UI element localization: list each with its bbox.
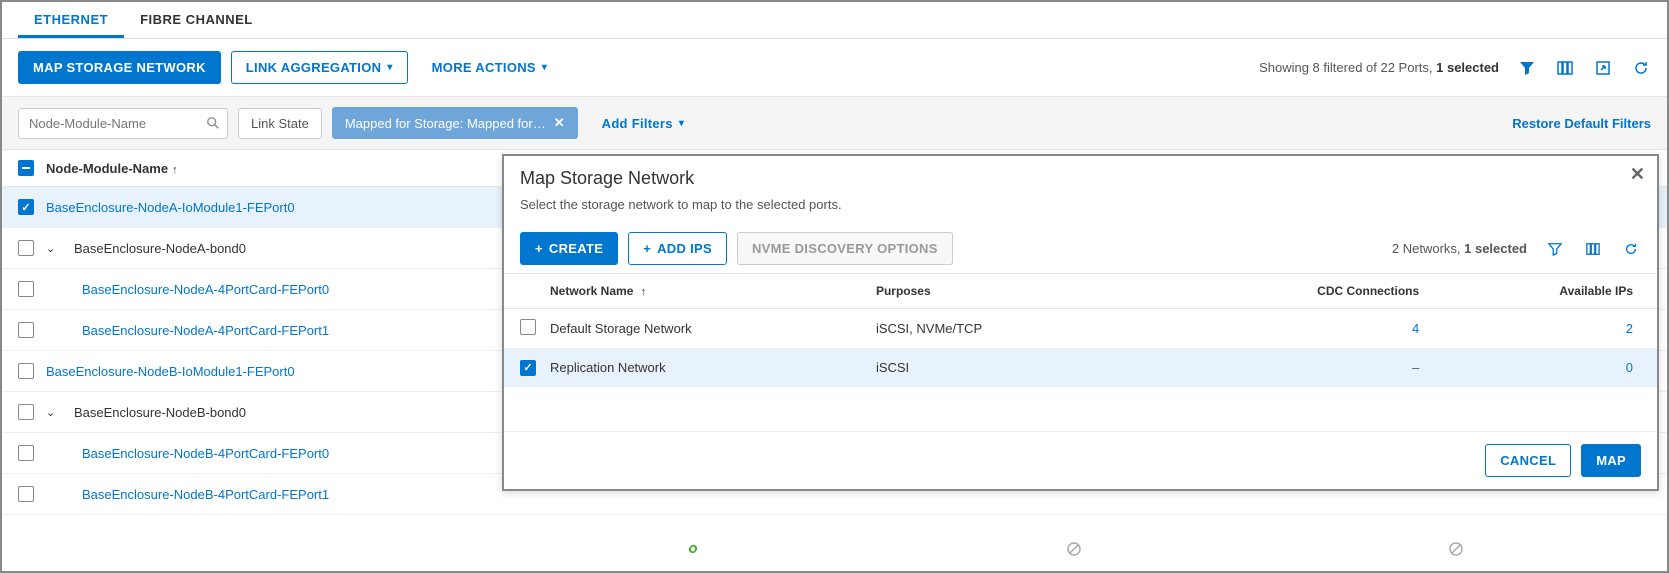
refresh-icon[interactable] bbox=[1621, 239, 1641, 259]
row-checkbox[interactable] bbox=[18, 363, 34, 379]
dialog-title: Map Storage Network bbox=[520, 168, 1641, 189]
select-all-checkbox[interactable] bbox=[18, 160, 34, 176]
row-checkbox[interactable] bbox=[18, 404, 34, 420]
column-header-cdc[interactable]: CDC Connections bbox=[1202, 284, 1459, 298]
port-name: BaseEnclosure-NodeA-bond0 bbox=[74, 241, 246, 256]
row-checkbox[interactable] bbox=[18, 322, 34, 338]
row-checkbox[interactable] bbox=[18, 281, 34, 297]
row-checkbox[interactable] bbox=[18, 240, 34, 256]
filter-icon[interactable] bbox=[1545, 239, 1565, 259]
cancel-button[interactable]: CANCEL bbox=[1485, 444, 1571, 477]
network-purposes: iSCSI, NVMe/TCP bbox=[876, 321, 1202, 336]
link-state-filter[interactable]: Link State bbox=[238, 108, 322, 139]
column-header-ips[interactable]: Available IPs bbox=[1459, 284, 1641, 298]
add-ips-label: ADD IPS bbox=[657, 241, 712, 256]
port-name-link[interactable]: BaseEnclosure-NodeB-4PortCard-FEPort1 bbox=[82, 487, 329, 502]
network-row[interactable]: Default Storage Network iSCSI, NVMe/TCP … bbox=[504, 309, 1657, 349]
column-header-network-name[interactable]: Network Name ↑ bbox=[550, 284, 876, 298]
tab-fibre-channel[interactable]: FIBRE CHANNEL bbox=[124, 2, 269, 38]
port-name-link[interactable]: BaseEnclosure-NodeA-4PortCard-FEPort0 bbox=[82, 282, 329, 297]
available-ips-link[interactable]: 2 bbox=[1459, 321, 1641, 336]
network-purposes: iSCSI bbox=[876, 360, 1202, 375]
restore-default-filters-link[interactable]: Restore Default Filters bbox=[1512, 116, 1651, 131]
ports-status-text: Showing 8 filtered of 22 Ports, 1 select… bbox=[1259, 60, 1499, 75]
tab-ethernet[interactable]: ETHERNET bbox=[18, 2, 124, 38]
refresh-icon[interactable] bbox=[1631, 58, 1651, 78]
link-up-icon bbox=[685, 541, 701, 557]
network-name: Default Storage Network bbox=[550, 321, 876, 336]
sort-ascending-icon: ↑ bbox=[172, 164, 178, 176]
row-checkbox[interactable] bbox=[18, 199, 34, 215]
sort-ascending-icon: ↑ bbox=[641, 286, 647, 298]
dialog-subtitle: Select the storage network to map to the… bbox=[504, 193, 1657, 224]
port-name: BaseEnclosure-NodeB-bond0 bbox=[74, 405, 246, 420]
caret-down-icon: ▾ bbox=[679, 118, 684, 129]
link-aggregation-button[interactable]: LINK AGGREGATION ▾ bbox=[231, 51, 408, 84]
row-checkbox[interactable] bbox=[520, 360, 536, 376]
columns-icon[interactable] bbox=[1555, 58, 1575, 78]
port-name-link[interactable]: BaseEnclosure-NodeA-4PortCard-FEPort1 bbox=[82, 323, 329, 338]
row-checkbox[interactable] bbox=[18, 445, 34, 461]
port-name-link[interactable]: BaseEnclosure-NodeA-IoModule1-FEPort0 bbox=[46, 200, 295, 215]
map-storage-network-dialog: ✕ Map Storage Network Select the storage… bbox=[502, 154, 1659, 491]
column-header-node-module-name[interactable]: Node-Module-Name↑ bbox=[46, 161, 178, 176]
plus-icon: + bbox=[535, 241, 543, 256]
add-filters-button[interactable]: Add Filters ▾ bbox=[588, 108, 699, 139]
filter-icon[interactable] bbox=[1517, 58, 1537, 78]
search-icon bbox=[206, 116, 220, 130]
more-actions-label: MORE ACTIONS bbox=[432, 60, 536, 75]
port-name-link[interactable]: BaseEnclosure-NodeB-IoModule1-FEPort0 bbox=[46, 364, 295, 379]
row-checkbox[interactable] bbox=[520, 319, 536, 335]
create-button[interactable]: + CREATE bbox=[520, 232, 618, 265]
add-ips-button[interactable]: + ADD IPS bbox=[628, 232, 727, 265]
disabled-icon bbox=[1066, 541, 1082, 557]
columns-icon[interactable] bbox=[1583, 239, 1603, 259]
row-checkbox[interactable] bbox=[18, 486, 34, 502]
more-actions-button[interactable]: MORE ACTIONS ▾ bbox=[418, 52, 562, 83]
available-ips-link[interactable]: 0 bbox=[1459, 360, 1641, 375]
caret-down-icon: ▾ bbox=[387, 62, 392, 73]
column-header-purposes[interactable]: Purposes bbox=[876, 284, 1202, 298]
search-input[interactable] bbox=[18, 108, 228, 139]
chevron-down-icon[interactable]: ⌄ bbox=[46, 242, 58, 255]
map-storage-network-button[interactable]: MAP STORAGE NETWORK bbox=[18, 51, 221, 84]
network-name: Replication Network bbox=[550, 360, 876, 375]
disabled-icon bbox=[1448, 541, 1464, 557]
cdc-connections: – bbox=[1202, 360, 1459, 375]
map-button[interactable]: MAP bbox=[1581, 444, 1641, 477]
cdc-connections-link[interactable]: 4 bbox=[1202, 321, 1459, 336]
mapped-storage-filter-chip[interactable]: Mapped for Storage: Mapped for… ✕ bbox=[332, 107, 578, 139]
close-icon[interactable]: ✕ bbox=[554, 115, 565, 131]
create-label: CREATE bbox=[549, 241, 603, 256]
add-filters-label: Add Filters bbox=[602, 116, 673, 131]
link-aggregation-label: LINK AGGREGATION bbox=[246, 60, 382, 75]
mapped-storage-filter-label: Mapped for Storage: Mapped for… bbox=[345, 116, 546, 131]
networks-status-text: 2 Networks, 1 selected bbox=[1392, 241, 1527, 256]
network-row[interactable]: Replication Network iSCSI – 0 bbox=[504, 349, 1657, 387]
port-name-link[interactable]: BaseEnclosure-NodeB-4PortCard-FEPort0 bbox=[82, 446, 329, 461]
nvme-discovery-button: NVME DISCOVERY OPTIONS bbox=[737, 232, 953, 265]
close-icon[interactable]: ✕ bbox=[1630, 164, 1645, 185]
export-icon[interactable] bbox=[1593, 58, 1613, 78]
caret-down-icon: ▾ bbox=[542, 62, 547, 73]
plus-icon: + bbox=[643, 241, 651, 256]
chevron-down-icon[interactable]: ⌄ bbox=[46, 406, 58, 419]
